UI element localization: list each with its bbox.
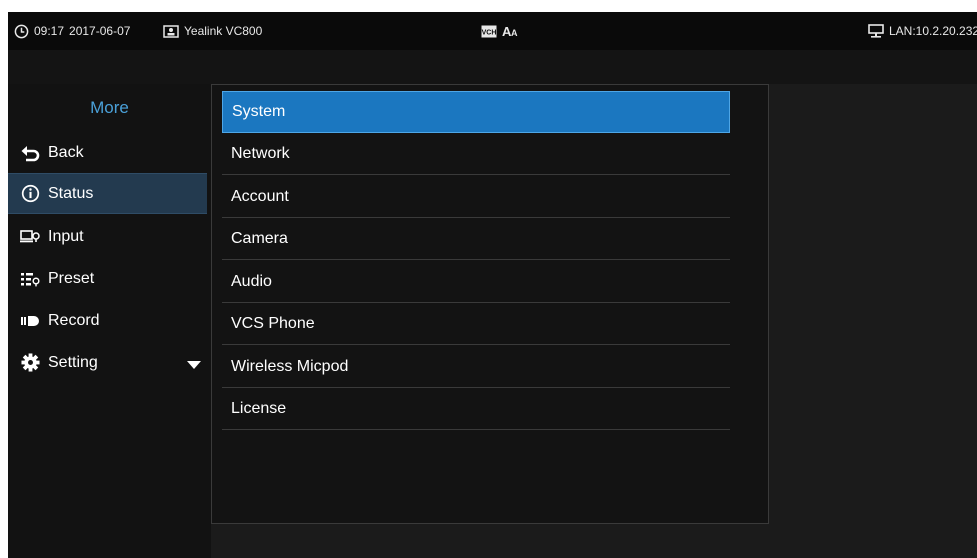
sidebar-item-label: Back — [48, 143, 84, 161]
svg-text:A: A — [511, 28, 518, 38]
sidebar-item-input[interactable]: Input — [8, 216, 207, 257]
chevron-down-icon — [187, 357, 201, 375]
svg-text:VCH: VCH — [482, 29, 497, 36]
info-icon — [20, 184, 40, 204]
device-name: Yealink VC800 — [184, 24, 263, 38]
menu-item-account[interactable]: Account — [222, 176, 730, 218]
record-icon — [20, 311, 40, 331]
device-icon — [163, 24, 179, 38]
menu-item-license[interactable]: License — [222, 388, 730, 430]
sidebar: More Back Status Input Preset Record Set… — [8, 84, 211, 558]
network-text: LAN:10.2.20.232 — [889, 24, 977, 38]
sidebar-item-label: Preset — [48, 269, 95, 287]
sidebar-item-preset[interactable]: Preset — [8, 258, 207, 299]
date-text: 2017-06-07 — [69, 24, 131, 38]
status-bar: 09:17 2017-06-07 Yealink VC800 VCH AA LA… — [8, 12, 977, 50]
input-icon — [20, 227, 40, 247]
menu-item-vcs-phone[interactable]: VCS Phone — [222, 303, 730, 345]
vch-icon: VCH — [481, 25, 497, 38]
sidebar-item-label: Status — [48, 184, 94, 202]
menu-item-audio[interactable]: Audio — [222, 261, 730, 303]
menu-item-network[interactable]: Network — [222, 133, 730, 175]
clock-status: 09:17 2017-06-07 — [14, 12, 130, 50]
sidebar-item-setting[interactable]: Setting — [8, 342, 207, 383]
menu-item-camera[interactable]: Camera — [222, 218, 730, 260]
center-status-icons: VCH AA — [481, 12, 520, 50]
sidebar-title: More — [90, 98, 129, 117]
status-menu-panel: System Network Account Camera Audio VCS … — [211, 84, 769, 524]
sidebar-item-label: Record — [48, 311, 100, 329]
screen: 09:17 2017-06-07 Yealink VC800 VCH AA LA… — [8, 12, 977, 558]
device-status: Yealink VC800 — [163, 12, 262, 50]
lan-icon — [868, 24, 884, 38]
clock-icon — [14, 24, 29, 39]
network-status: LAN:10.2.20.232 — [868, 12, 977, 50]
font-size-icon: AA — [502, 24, 520, 38]
sidebar-item-status[interactable]: Status — [8, 173, 207, 214]
sidebar-item-label: Setting — [48, 353, 98, 371]
gear-icon — [20, 353, 40, 373]
menu-item-wireless-micpod[interactable]: Wireless Micpod — [222, 346, 730, 388]
preset-icon — [20, 269, 40, 289]
time-text: 09:17 — [34, 24, 65, 38]
sidebar-item-label: Input — [48, 227, 84, 245]
sidebar-item-record[interactable]: Record — [8, 300, 207, 341]
title-bar — [8, 50, 977, 84]
back-arrow-icon — [20, 143, 40, 163]
menu-item-system[interactable]: System — [222, 91, 730, 133]
sidebar-item-back[interactable]: Back — [8, 132, 207, 173]
